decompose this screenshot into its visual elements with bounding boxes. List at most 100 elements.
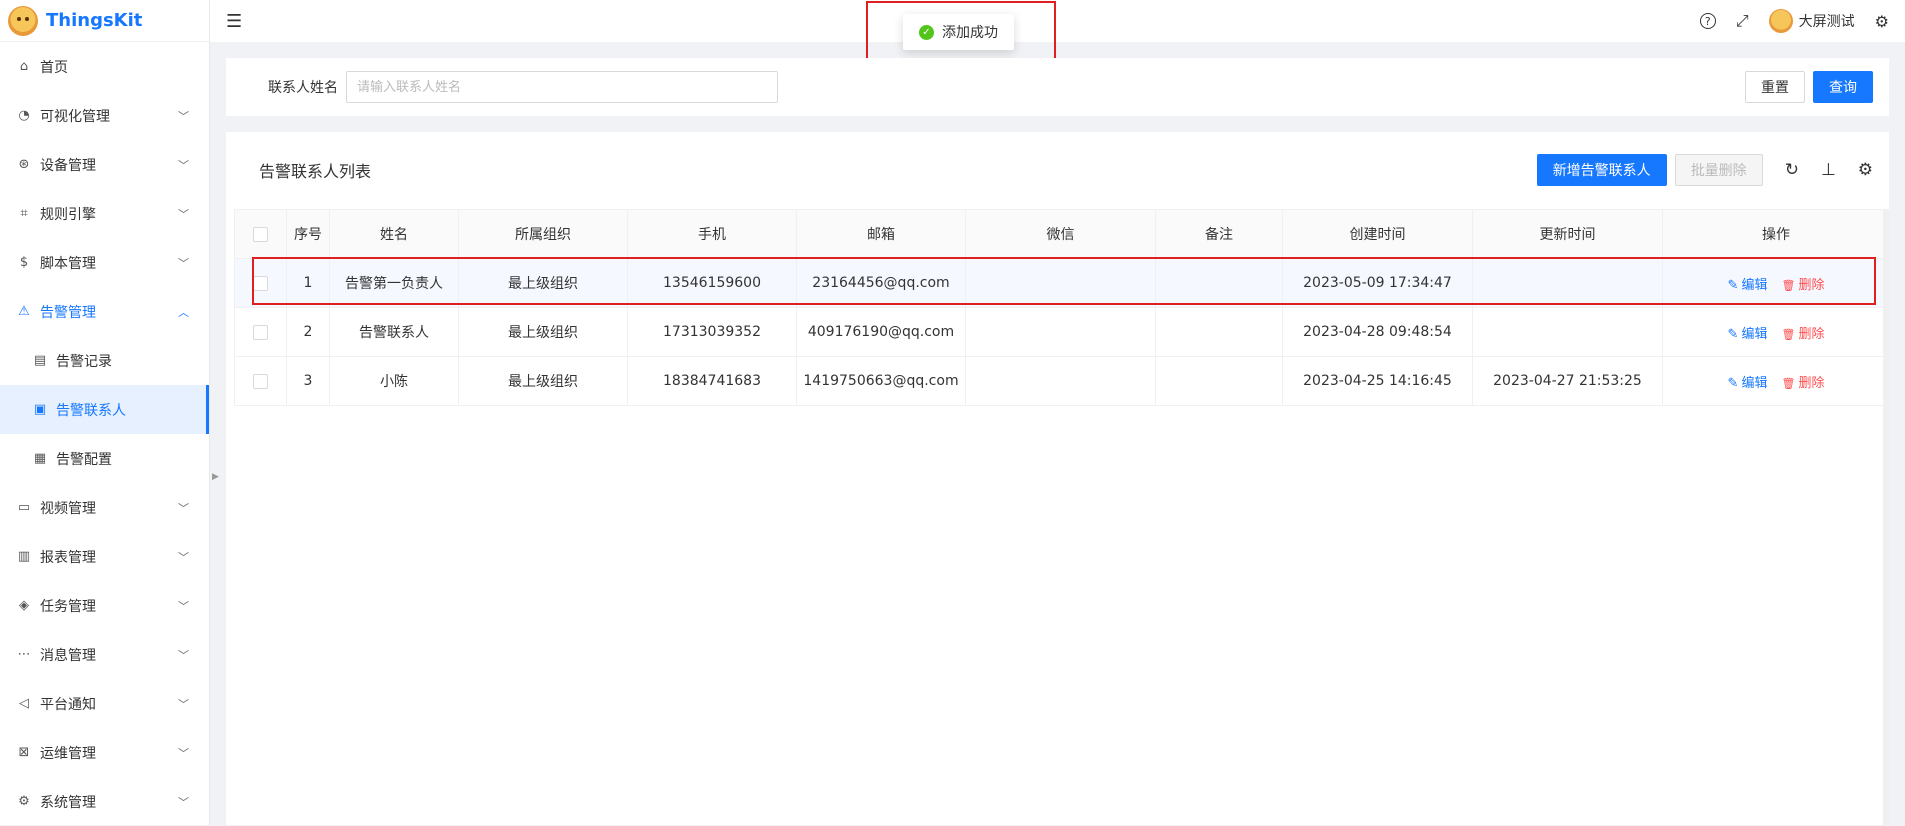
column-settings-icon[interactable]: ⚙ — [1858, 160, 1873, 180]
chevron-down-icon: ﹀ — [178, 256, 189, 270]
sidebar-item[interactable]: ⚙ 系统管理 ﹀ — [0, 777, 209, 826]
delete-label: 删除 — [1798, 326, 1825, 342]
sidebar-item-label: 脚本管理 — [40, 255, 96, 272]
table-row[interactable]: 1 告警第一负责人 最上级组织 13546159600 23164456@qq.com 2… — [234, 258, 1890, 308]
sidebar-item-label: 首页 — [40, 59, 68, 76]
sidebar-item-label: 系统管理 — [40, 794, 96, 811]
delete-label: 删除 — [1798, 277, 1825, 293]
menu-toggle-icon[interactable]: ☰ — [226, 11, 242, 32]
sidebar-item-label: 告警联系人 — [56, 402, 126, 419]
wechat-cell — [965, 356, 1156, 406]
avatar — [1768, 9, 1793, 33]
density-icon[interactable]: ⊥ — [1821, 160, 1836, 180]
sidebar: ThingsKit ⌂ 首页 ◔ 可视化管理 ﹀ ⊛ 设备管理 ﹀ ⌗ 规则引擎 ﹀ $ 脚本管理 ﹀ ⚠ 告… — [0, 0, 210, 825]
chevron-down-icon: ﹀ — [178, 599, 189, 613]
sidebar-item[interactable]: ⋯ 消息管理 ﹀ — [0, 630, 209, 679]
column-header: 操作 — [1662, 209, 1890, 259]
table-card: 告警联系人列表 新增告警联系人 批量删除 ↻ ⊥ ⚙ 序号 姓名 所属组织 手机… — [226, 132, 1890, 825]
user-menu[interactable]: 大屏测试 — [1768, 9, 1855, 33]
settings-icon[interactable]: ⚙ — [1875, 12, 1889, 31]
delete-button[interactable]: 🗑 删除 — [1781, 376, 1824, 391]
row-checkbox[interactable] — [253, 373, 268, 389]
trash-icon: 🗑 — [1781, 327, 1796, 341]
sidebar-item[interactable]: ◁ 平台通知 ﹀ — [0, 679, 209, 728]
updated-time-cell — [1472, 307, 1663, 357]
table-row[interactable]: 3 小陈 最上级组织 18384741683 1419750663@qq.com 2023… — [234, 356, 1890, 406]
column-header: 手机 — [627, 209, 797, 259]
select-all-checkbox[interactable] — [253, 226, 268, 242]
edit-label: 编辑 — [1741, 326, 1768, 342]
sidebar-item-label: 任务管理 — [40, 598, 96, 615]
add-contact-button[interactable]: 新增告警联系人 — [1536, 154, 1667, 186]
chevron-down-icon: ﹀ — [178, 207, 189, 221]
search-buttons: 重置 查询 — [1745, 71, 1873, 103]
wechat-cell — [965, 307, 1156, 357]
delete-button[interactable]: 🗑 删除 — [1781, 278, 1824, 293]
logo[interactable]: ThingsKit — [0, 0, 209, 42]
organization-cell: 最上级组织 — [458, 258, 628, 308]
sidebar-item[interactable]: ⊛ 设备管理 ﹀ — [0, 140, 209, 189]
toast-message: 添加成功 — [942, 25, 998, 41]
sidebar-item[interactable]: ⚠ 告警管理 ︿ — [0, 287, 209, 336]
sidebar-item[interactable]: ⌗ 规则引擎 ﹀ — [0, 189, 209, 238]
created-time-cell: 2023-04-25 14:16:45 — [1282, 356, 1473, 406]
sidebar-item-label: 视频管理 — [40, 500, 96, 517]
device-icon: ⊛ — [18, 157, 30, 172]
batch-delete-button[interactable]: 批量删除 — [1674, 154, 1763, 186]
edit-button[interactable]: ✎ 编辑 — [1728, 376, 1768, 391]
sidebar-item-label: 运维管理 — [40, 745, 96, 762]
help-icon[interactable]: ? — [1699, 13, 1716, 29]
edit-button[interactable]: ✎ 编辑 — [1728, 327, 1768, 342]
record-icon: ▤ — [33, 353, 47, 368]
success-icon: ✓ — [919, 24, 934, 40]
sidebar-item[interactable]: ◔ 可视化管理 ﹀ — [0, 91, 209, 140]
username: 大屏测试 — [1798, 14, 1855, 30]
chevron-up-icon: ︿ — [178, 305, 189, 319]
row-checkbox[interactable] — [253, 324, 268, 340]
sidebar-item[interactable]: ⊠ 运维管理 ﹀ — [0, 728, 209, 777]
search-form: 联系人姓名 重置 查询 — [226, 58, 1889, 116]
column-header: 序号 — [286, 209, 330, 259]
chart-icon: ▥ — [17, 549, 31, 564]
fullscreen-icon[interactable]: ⤢ — [1736, 11, 1749, 31]
organization-cell: 最上级组织 — [458, 307, 628, 357]
row-number-cell: 3 — [286, 356, 330, 406]
sidebar-item[interactable]: ▤ 告警记录 — [0, 336, 209, 385]
updated-time-cell — [1472, 258, 1663, 308]
sidebar-item[interactable]: ⌂ 首页 — [0, 42, 209, 91]
refresh-icon[interactable]: ↻ — [1785, 160, 1799, 180]
chevron-down-icon: ﹀ — [178, 109, 189, 123]
sidebar-menu: ⌂ 首页 ◔ 可视化管理 ﹀ ⊛ 设备管理 ﹀ ⌗ 规则引擎 ﹀ $ 脚本管理 ﹀ ⚠ 告警管理 ︿ ▤ 告警记录 ▣… — [0, 42, 209, 826]
delete-label: 删除 — [1798, 375, 1825, 391]
sidebar-item-label: 规则引擎 — [40, 206, 96, 223]
rule-engine-icon: ⌗ — [20, 206, 28, 221]
wechat-cell — [965, 258, 1156, 308]
sidebar-item[interactable]: ▦ 告警配置 — [0, 434, 209, 483]
edit-button[interactable]: ✎ 编辑 — [1728, 278, 1768, 293]
settings-icon: ⚙ — [18, 794, 30, 809]
column-header: 姓名 — [329, 209, 459, 259]
edit-icon: ✎ — [1727, 326, 1739, 342]
contact-name-cell: 告警第一负责人 — [329, 258, 459, 308]
edit-icon: ✎ — [1727, 277, 1739, 293]
chevron-down-icon: ﹀ — [178, 746, 189, 760]
sidebar-item[interactable]: ▭ 视频管理 ﹀ — [0, 483, 209, 532]
chevron-down-icon: ﹀ — [178, 550, 189, 564]
ops-icon: ⊠ — [18, 745, 30, 760]
contact-name-input[interactable] — [346, 71, 778, 103]
sidebar-item[interactable]: ▣ 告警联系人 — [0, 385, 209, 434]
edit-label: 编辑 — [1741, 277, 1768, 293]
query-button[interactable]: 查询 — [1813, 71, 1873, 103]
sidebar-item[interactable]: $ 脚本管理 ﹀ — [0, 238, 209, 287]
sidebar-collapse-handle[interactable]: ▶ — [212, 472, 219, 482]
table-row[interactable]: 2 告警联系人 最上级组织 17313039352 409176190@qq.com 20… — [234, 307, 1890, 357]
sidebar-item-label: 设备管理 — [40, 157, 96, 174]
phone-cell: 13546159600 — [627, 258, 797, 308]
sidebar-item[interactable]: ◈ 任务管理 ﹀ — [0, 581, 209, 630]
sidebar-item[interactable]: ▥ 报表管理 ﹀ — [0, 532, 209, 581]
table-scrollbar[interactable] — [1883, 209, 1889, 825]
column-header: 微信 — [965, 209, 1156, 259]
delete-button[interactable]: 🗑 删除 — [1781, 327, 1824, 342]
row-checkbox[interactable] — [253, 275, 268, 291]
reset-button[interactable]: 重置 — [1745, 71, 1805, 103]
